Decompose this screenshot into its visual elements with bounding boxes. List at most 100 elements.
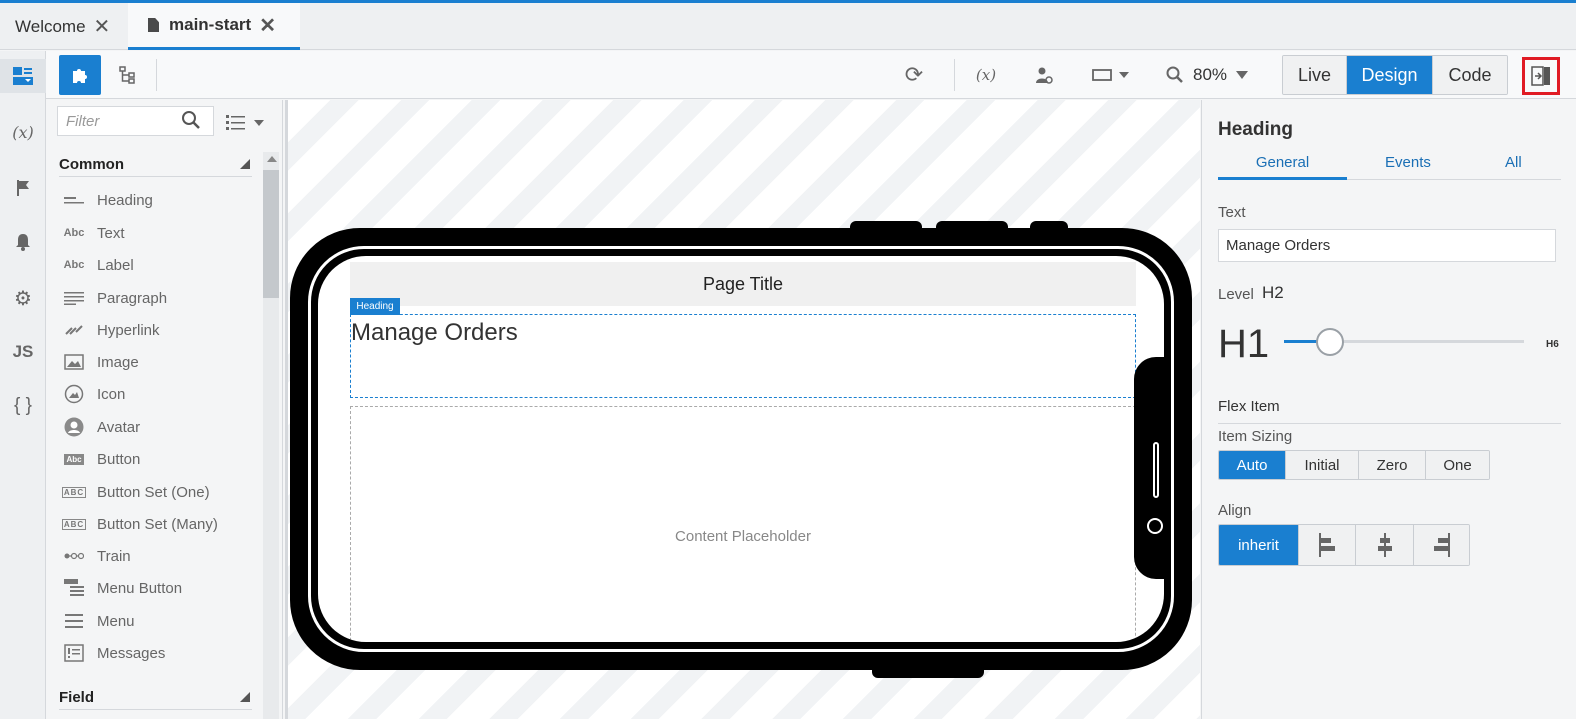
tab-all[interactable]: All: [1505, 154, 1522, 171]
refresh-icon[interactable]: ⟳: [896, 55, 932, 95]
level-max-label: H6: [1546, 339, 1559, 350]
palette-item-menu-button[interactable]: Menu Button: [63, 577, 182, 599]
close-icon[interactable]: ✕: [94, 14, 111, 39]
tab-main-start-label: main-start: [169, 15, 252, 34]
device-selector[interactable]: [1086, 55, 1136, 95]
code-mode-button[interactable]: Code: [1433, 56, 1507, 94]
item-sizing-zero[interactable]: Zero: [1359, 451, 1426, 479]
palette-item-label: Heading: [97, 191, 153, 209]
tab-general[interactable]: General: [1218, 154, 1347, 180]
palette-item-label[interactable]: Abc Label: [63, 254, 134, 276]
components-icon[interactable]: [0, 59, 46, 93]
palette-item-label: Label: [97, 256, 134, 274]
design-mode-button[interactable]: Design: [1347, 56, 1433, 94]
chevron-down-icon[interactable]: [1232, 55, 1252, 95]
file-icon: [148, 18, 159, 32]
align-center-icon[interactable]: [1356, 525, 1414, 565]
designer-toolbar: ⟳ (x) 80% Live Design Code: [46, 51, 1576, 99]
heading-component[interactable]: Manage Orders: [350, 314, 1136, 398]
section-common-title[interactable]: Common: [59, 156, 124, 173]
collapse-field-icon[interactable]: [240, 692, 250, 702]
palette-item-heading[interactable]: Heading: [63, 189, 153, 211]
level-slider-handle[interactable]: [1316, 328, 1344, 356]
selection-badge: Heading: [350, 298, 400, 315]
phone-notch: [1134, 357, 1164, 579]
palette-item-icon[interactable]: Icon: [63, 383, 125, 405]
palette-item-paragraph[interactable]: Paragraph: [63, 287, 167, 309]
item-sizing-group: Auto Initial Zero One: [1218, 450, 1490, 480]
palette-item-label: Button Set (Many): [97, 515, 218, 533]
palette-item-label: Train: [97, 547, 131, 565]
tab-welcome[interactable]: Welcome ✕: [15, 3, 110, 50]
live-mode-button[interactable]: Live: [1283, 56, 1347, 94]
align-inherit[interactable]: inherit: [1219, 525, 1299, 565]
align-end-icon[interactable]: [1414, 525, 1469, 565]
phone-speaker: [1153, 442, 1159, 498]
palette-item-avatar[interactable]: Avatar: [63, 416, 140, 438]
javascript-icon[interactable]: JS: [0, 335, 46, 369]
variables-icon[interactable]: (x): [0, 115, 46, 149]
item-sizing-one[interactable]: One: [1426, 451, 1489, 479]
scroll-up-arrow[interactable]: [267, 156, 277, 162]
level-min-label: H1: [1218, 322, 1270, 366]
collapse-common-icon[interactable]: [240, 159, 250, 169]
palette-item-messages[interactable]: Messages: [63, 642, 165, 664]
gear-icon[interactable]: ⚙: [0, 281, 46, 315]
component-palette: Filter Common Heading Abc Text Abc Label…: [47, 100, 283, 719]
palette-item-image[interactable]: Image: [63, 351, 139, 373]
palette-item-menu[interactable]: Menu: [63, 610, 135, 632]
bell-icon[interactable]: [0, 225, 46, 259]
components-view-button[interactable]: [59, 55, 101, 95]
search-icon[interactable]: [181, 110, 201, 134]
heading-text[interactable]: Manage Orders: [351, 319, 518, 347]
menu-icon: [63, 612, 85, 630]
palette-scroll-thumb[interactable]: [263, 170, 279, 298]
align-group: inherit: [1218, 524, 1470, 566]
palette-item-label: Paragraph: [97, 289, 168, 307]
user-settings-icon[interactable]: [1026, 55, 1062, 95]
palette-item-text[interactable]: Abc Text: [63, 222, 125, 244]
zoom-level[interactable]: 80%: [1190, 55, 1230, 95]
list-view-options-icon[interactable]: [225, 112, 265, 136]
content-placeholder-label: Content Placeholder: [675, 527, 811, 545]
button-icon: Abc: [64, 453, 84, 465]
tab-events[interactable]: Events: [1385, 154, 1431, 171]
palette-item-hyperlink[interactable]: Hyperlink: [63, 319, 160, 341]
palette-item-label: Image: [97, 353, 139, 371]
close-icon[interactable]: ✕: [259, 13, 276, 38]
align-start-icon[interactable]: [1299, 525, 1356, 565]
palette-item-label: Button: [97, 450, 141, 468]
palette-item-button-set-one[interactable]: ABC Button Set (One): [61, 481, 210, 503]
palette-item-label: Messages: [97, 644, 166, 662]
flag-icon[interactable]: [0, 171, 46, 205]
json-icon[interactable]: { }: [0, 389, 46, 423]
item-sizing-initial[interactable]: Initial: [1286, 451, 1359, 479]
level-value: H2: [1262, 283, 1284, 302]
label-icon: Abc: [63, 259, 85, 271]
tab-main-start[interactable]: main-start ✕: [128, 3, 300, 50]
palette-item-button[interactable]: Abc Button: [63, 448, 140, 470]
toggle-properties-panel-button[interactable]: [1522, 57, 1560, 95]
item-sizing-label: Item Sizing: [1218, 428, 1293, 445]
menu-button-icon: [63, 579, 85, 597]
content-placeholder[interactable]: Content Placeholder: [350, 406, 1136, 642]
structure-view-button[interactable]: [110, 55, 146, 95]
variables-toolbar-icon[interactable]: (x): [968, 55, 1004, 95]
messages-icon: [63, 644, 85, 662]
hyperlink-icon: [63, 321, 85, 339]
puzzle-icon: [73, 69, 87, 83]
palette-item-label: Hyperlink: [97, 321, 160, 339]
palette-item-button-set-many[interactable]: ABC Button Set (Many): [61, 513, 218, 535]
page-title[interactable]: Page Title: [350, 262, 1136, 306]
button-set-many-icon: ABC: [61, 518, 87, 530]
palette-item-train[interactable]: Train: [63, 545, 131, 567]
design-canvas: Page Title Manage Orders Heading Content…: [285, 100, 1200, 719]
image-icon: [63, 353, 85, 371]
button-set-one-icon: ABC: [61, 486, 87, 498]
text-field[interactable]: Manage Orders: [1218, 229, 1556, 262]
section-field-title[interactable]: Field: [59, 689, 94, 706]
palette-item-label: Avatar: [97, 418, 141, 436]
paragraph-icon: [63, 289, 85, 307]
text-icon: Abc: [63, 227, 85, 239]
item-sizing-auto[interactable]: Auto: [1219, 451, 1286, 479]
